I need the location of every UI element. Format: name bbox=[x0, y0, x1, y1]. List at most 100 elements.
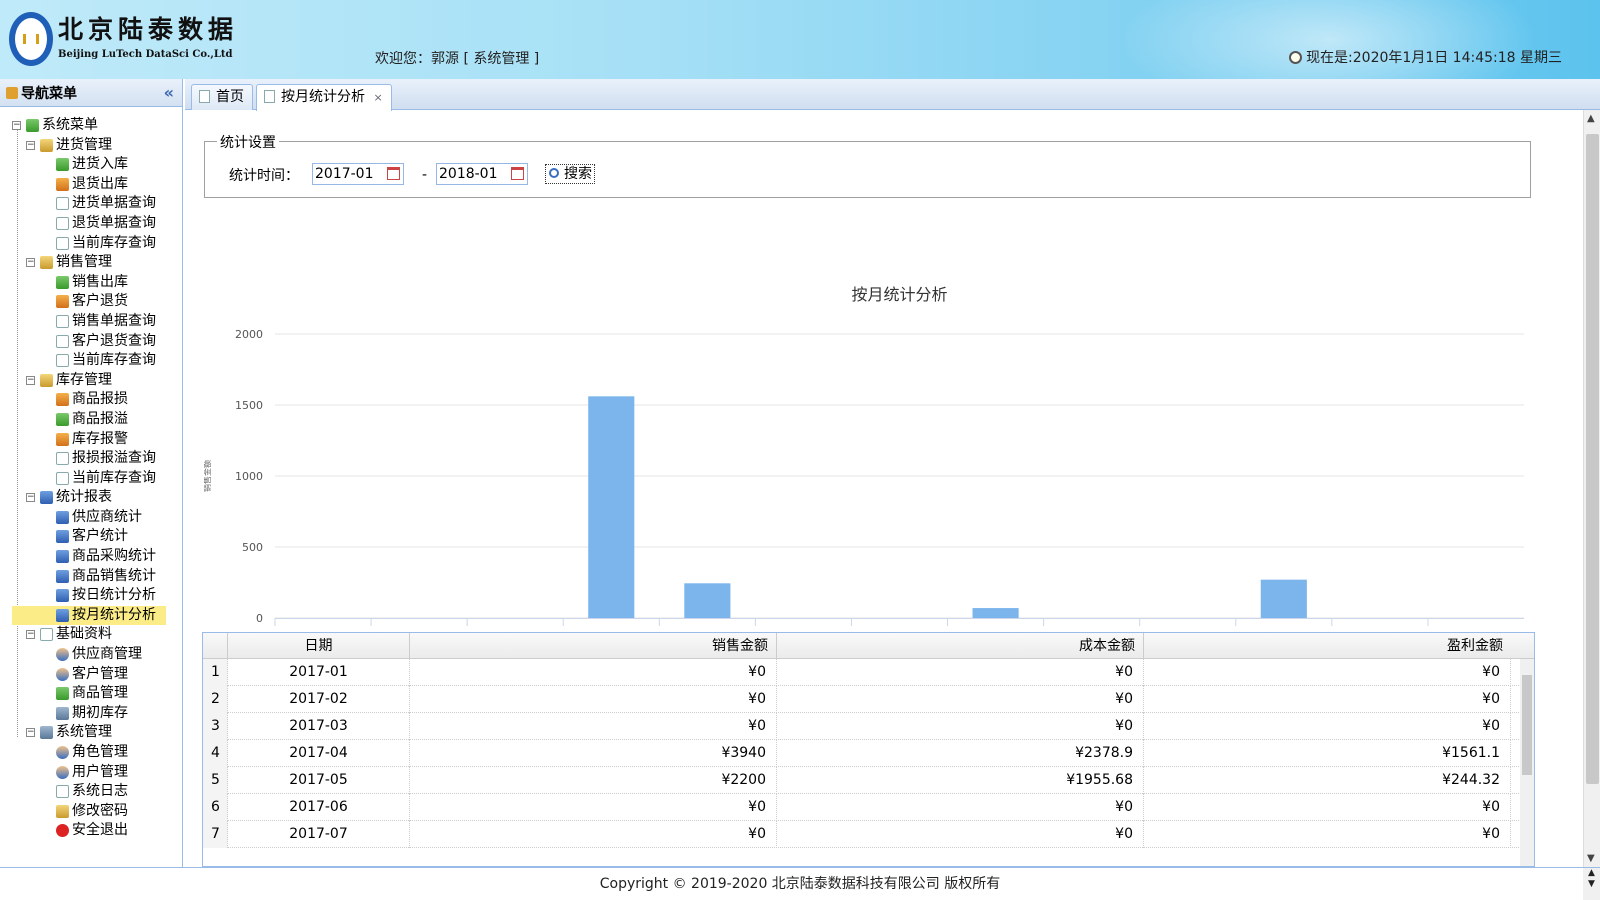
page-scroll-thumb[interactable] bbox=[1586, 134, 1599, 784]
chart-page-icon bbox=[264, 90, 275, 103]
column-header-cost[interactable]: 成本金额 bbox=[777, 633, 1144, 659]
sidebar-item[interactable]: 供应商管理 bbox=[0, 645, 182, 665]
table-row[interactable]: 2 2017-02 ¥0 ¥0 ¥0 bbox=[203, 686, 1523, 713]
sidebar-item[interactable]: 当前库存查询 bbox=[0, 351, 182, 371]
sidebar-item[interactable]: 销售出库 bbox=[0, 273, 182, 293]
warning-icon bbox=[56, 432, 69, 446]
table-row[interactable]: 7 2017-07 ¥0 ¥0 ¥0 bbox=[203, 821, 1523, 848]
sidebar-item[interactable]: 修改密码 bbox=[0, 802, 182, 822]
row-number-header bbox=[203, 633, 228, 659]
page-scrollbar[interactable]: ▲ ▼ bbox=[1583, 110, 1600, 867]
table-row[interactable]: 6 2017-06 ¥0 ¥0 ¥0 bbox=[203, 794, 1523, 821]
sidebar-item[interactable]: 客户退货 bbox=[0, 292, 182, 312]
footer: Copyright © 2019-2020 北京陆泰数据科技有限公司 版权所有 … bbox=[0, 867, 1600, 900]
cell-sales: ¥0 bbox=[410, 794, 777, 821]
calendar-icon[interactable] bbox=[387, 167, 400, 180]
table-row[interactable]: 3 2017-03 ¥0 ¥0 ¥0 bbox=[203, 713, 1523, 740]
sidebar-item[interactable]: − 基础资料 bbox=[0, 625, 182, 645]
user-icon bbox=[56, 746, 69, 759]
sidebar-item-label: 进货管理 bbox=[56, 136, 112, 153]
scroll-down-icon[interactable]: ▼ bbox=[1587, 853, 1595, 864]
current-time: 现在是:2020年1月1日 14:45:18 星期三 bbox=[1289, 47, 1562, 67]
sidebar-item-label: 当前库存查询 bbox=[72, 234, 156, 251]
cell-date: 2017-06 bbox=[228, 794, 410, 821]
sidebar-item[interactable]: 商品采购统计 bbox=[0, 547, 182, 567]
sidebar-item[interactable]: − 库存管理 bbox=[0, 371, 182, 391]
chart-icon bbox=[56, 608, 69, 622]
collapse-node-icon[interactable]: − bbox=[26, 493, 35, 503]
sidebar-item[interactable]: 商品销售统计 bbox=[0, 567, 182, 587]
collapse-node-icon[interactable]: − bbox=[26, 258, 35, 268]
sidebar-item[interactable]: 商品报损 bbox=[0, 390, 182, 410]
sidebar-item[interactable]: − 统计报表 bbox=[0, 488, 182, 508]
end-month-input[interactable]: 2018-01 bbox=[436, 163, 528, 185]
sidebar-item[interactable]: 商品管理 bbox=[0, 684, 182, 704]
table-scroll-thumb[interactable] bbox=[1522, 675, 1532, 775]
chart-icon bbox=[56, 530, 69, 544]
table-scrollbar[interactable] bbox=[1520, 659, 1534, 866]
sidebar-item[interactable]: 客户统计 bbox=[0, 527, 182, 547]
sidebar-item[interactable]: 库存报警 bbox=[0, 430, 182, 450]
sidebar-item-label: 商品报溢 bbox=[72, 410, 128, 427]
users-icon bbox=[56, 765, 69, 779]
sidebar-item-label: 当前库存查询 bbox=[72, 352, 156, 369]
collapse-node-icon[interactable]: − bbox=[26, 140, 35, 150]
search-button[interactable]: 搜索 bbox=[545, 164, 595, 184]
collapse-node-icon[interactable]: − bbox=[12, 121, 21, 130]
collapse-sidebar-button[interactable]: « bbox=[164, 83, 174, 102]
sidebar-item[interactable]: − 系统管理 bbox=[0, 723, 182, 743]
sidebar-item[interactable]: 退货出库 bbox=[0, 175, 182, 195]
cell-cost: ¥0 bbox=[777, 821, 1144, 848]
collapse-node-icon[interactable]: − bbox=[26, 728, 35, 738]
document-icon bbox=[40, 628, 53, 642]
search-icon bbox=[549, 168, 559, 178]
sidebar-item[interactable]: 当前库存查询 bbox=[0, 234, 182, 254]
chart-bar bbox=[684, 583, 731, 618]
sidebar-item[interactable]: 期初库存 bbox=[0, 704, 182, 724]
collapse-node-icon[interactable]: − bbox=[26, 630, 35, 640]
sidebar-item[interactable]: 销售单据查询 bbox=[0, 312, 182, 332]
sidebar-item-label: 统计报表 bbox=[56, 489, 112, 506]
sidebar-item-label: 修改密码 bbox=[72, 802, 128, 819]
column-header-profit[interactable]: 盈利金额 bbox=[1144, 633, 1511, 659]
table-row[interactable]: 4 2017-04 ¥3940 ¥2378.9 ¥1561.1 bbox=[203, 740, 1523, 767]
table-row[interactable]: 1 2017-01 ¥0 ¥0 ¥0 bbox=[203, 659, 1523, 686]
chart-icon bbox=[56, 569, 69, 583]
sidebar-item[interactable]: 报损报溢查询 bbox=[0, 449, 182, 469]
sidebar-item[interactable]: 商品报溢 bbox=[0, 410, 182, 430]
sidebar-item[interactable]: 角色管理 bbox=[0, 743, 182, 763]
sidebar-item[interactable]: 进货单据查询 bbox=[0, 194, 182, 214]
row-number: 5 bbox=[203, 767, 228, 794]
scroll-up-icon[interactable]: ▲ bbox=[1587, 113, 1595, 124]
sidebar-item[interactable]: 当前库存查询 bbox=[0, 469, 182, 489]
sidebar-item-label: 商品报损 bbox=[72, 391, 128, 408]
sidebar-item-label: 商品管理 bbox=[72, 685, 128, 702]
sidebar-item[interactable]: 安全退出 bbox=[0, 821, 182, 841]
sidebar-item[interactable]: 供应商统计 bbox=[0, 508, 182, 528]
sidebar-item[interactable]: 进货入库 bbox=[0, 155, 182, 175]
tab-home[interactable]: 首页 bbox=[191, 84, 253, 110]
sidebar-item[interactable]: 用户管理 bbox=[0, 763, 182, 783]
calendar-icon[interactable] bbox=[511, 167, 524, 180]
column-header-date[interactable]: 日期 bbox=[228, 633, 410, 659]
sidebar-item[interactable]: 客户退货查询 bbox=[0, 332, 182, 352]
column-header-sales[interactable]: 销售金额 bbox=[410, 633, 777, 659]
sidebar-item[interactable]: − 系统菜单 bbox=[0, 116, 182, 136]
cell-date: 2017-01 bbox=[228, 659, 410, 686]
sidebar-item[interactable]: − 进货管理 bbox=[0, 136, 182, 156]
sidebar-item-label: 按月统计分析 bbox=[72, 606, 156, 623]
footer-scrollbar[interactable]: ▲ ▼ bbox=[1583, 868, 1600, 900]
sidebar-item[interactable]: 客户管理 bbox=[0, 665, 182, 685]
sidebar-item[interactable]: 按月统计分析 bbox=[12, 605, 166, 626]
tab-close-icon[interactable]: × bbox=[373, 91, 382, 104]
sidebar-item[interactable]: 退货单据查询 bbox=[0, 214, 182, 234]
sidebar-item[interactable]: − 销售管理 bbox=[0, 253, 182, 273]
tab-monthly-analysis[interactable]: 按月统计分析 × bbox=[256, 84, 392, 111]
table-row[interactable]: 5 2017-05 ¥2200 ¥1955.68 ¥244.32 bbox=[203, 767, 1523, 794]
sidebar-item[interactable]: 按日统计分析 bbox=[0, 586, 182, 606]
document-icon bbox=[56, 334, 69, 348]
start-month-input[interactable]: 2017-01 bbox=[312, 163, 404, 185]
cell-profit: ¥0 bbox=[1144, 659, 1511, 686]
collapse-node-icon[interactable]: − bbox=[26, 375, 35, 385]
sidebar-item[interactable]: 系统日志 bbox=[0, 782, 182, 802]
